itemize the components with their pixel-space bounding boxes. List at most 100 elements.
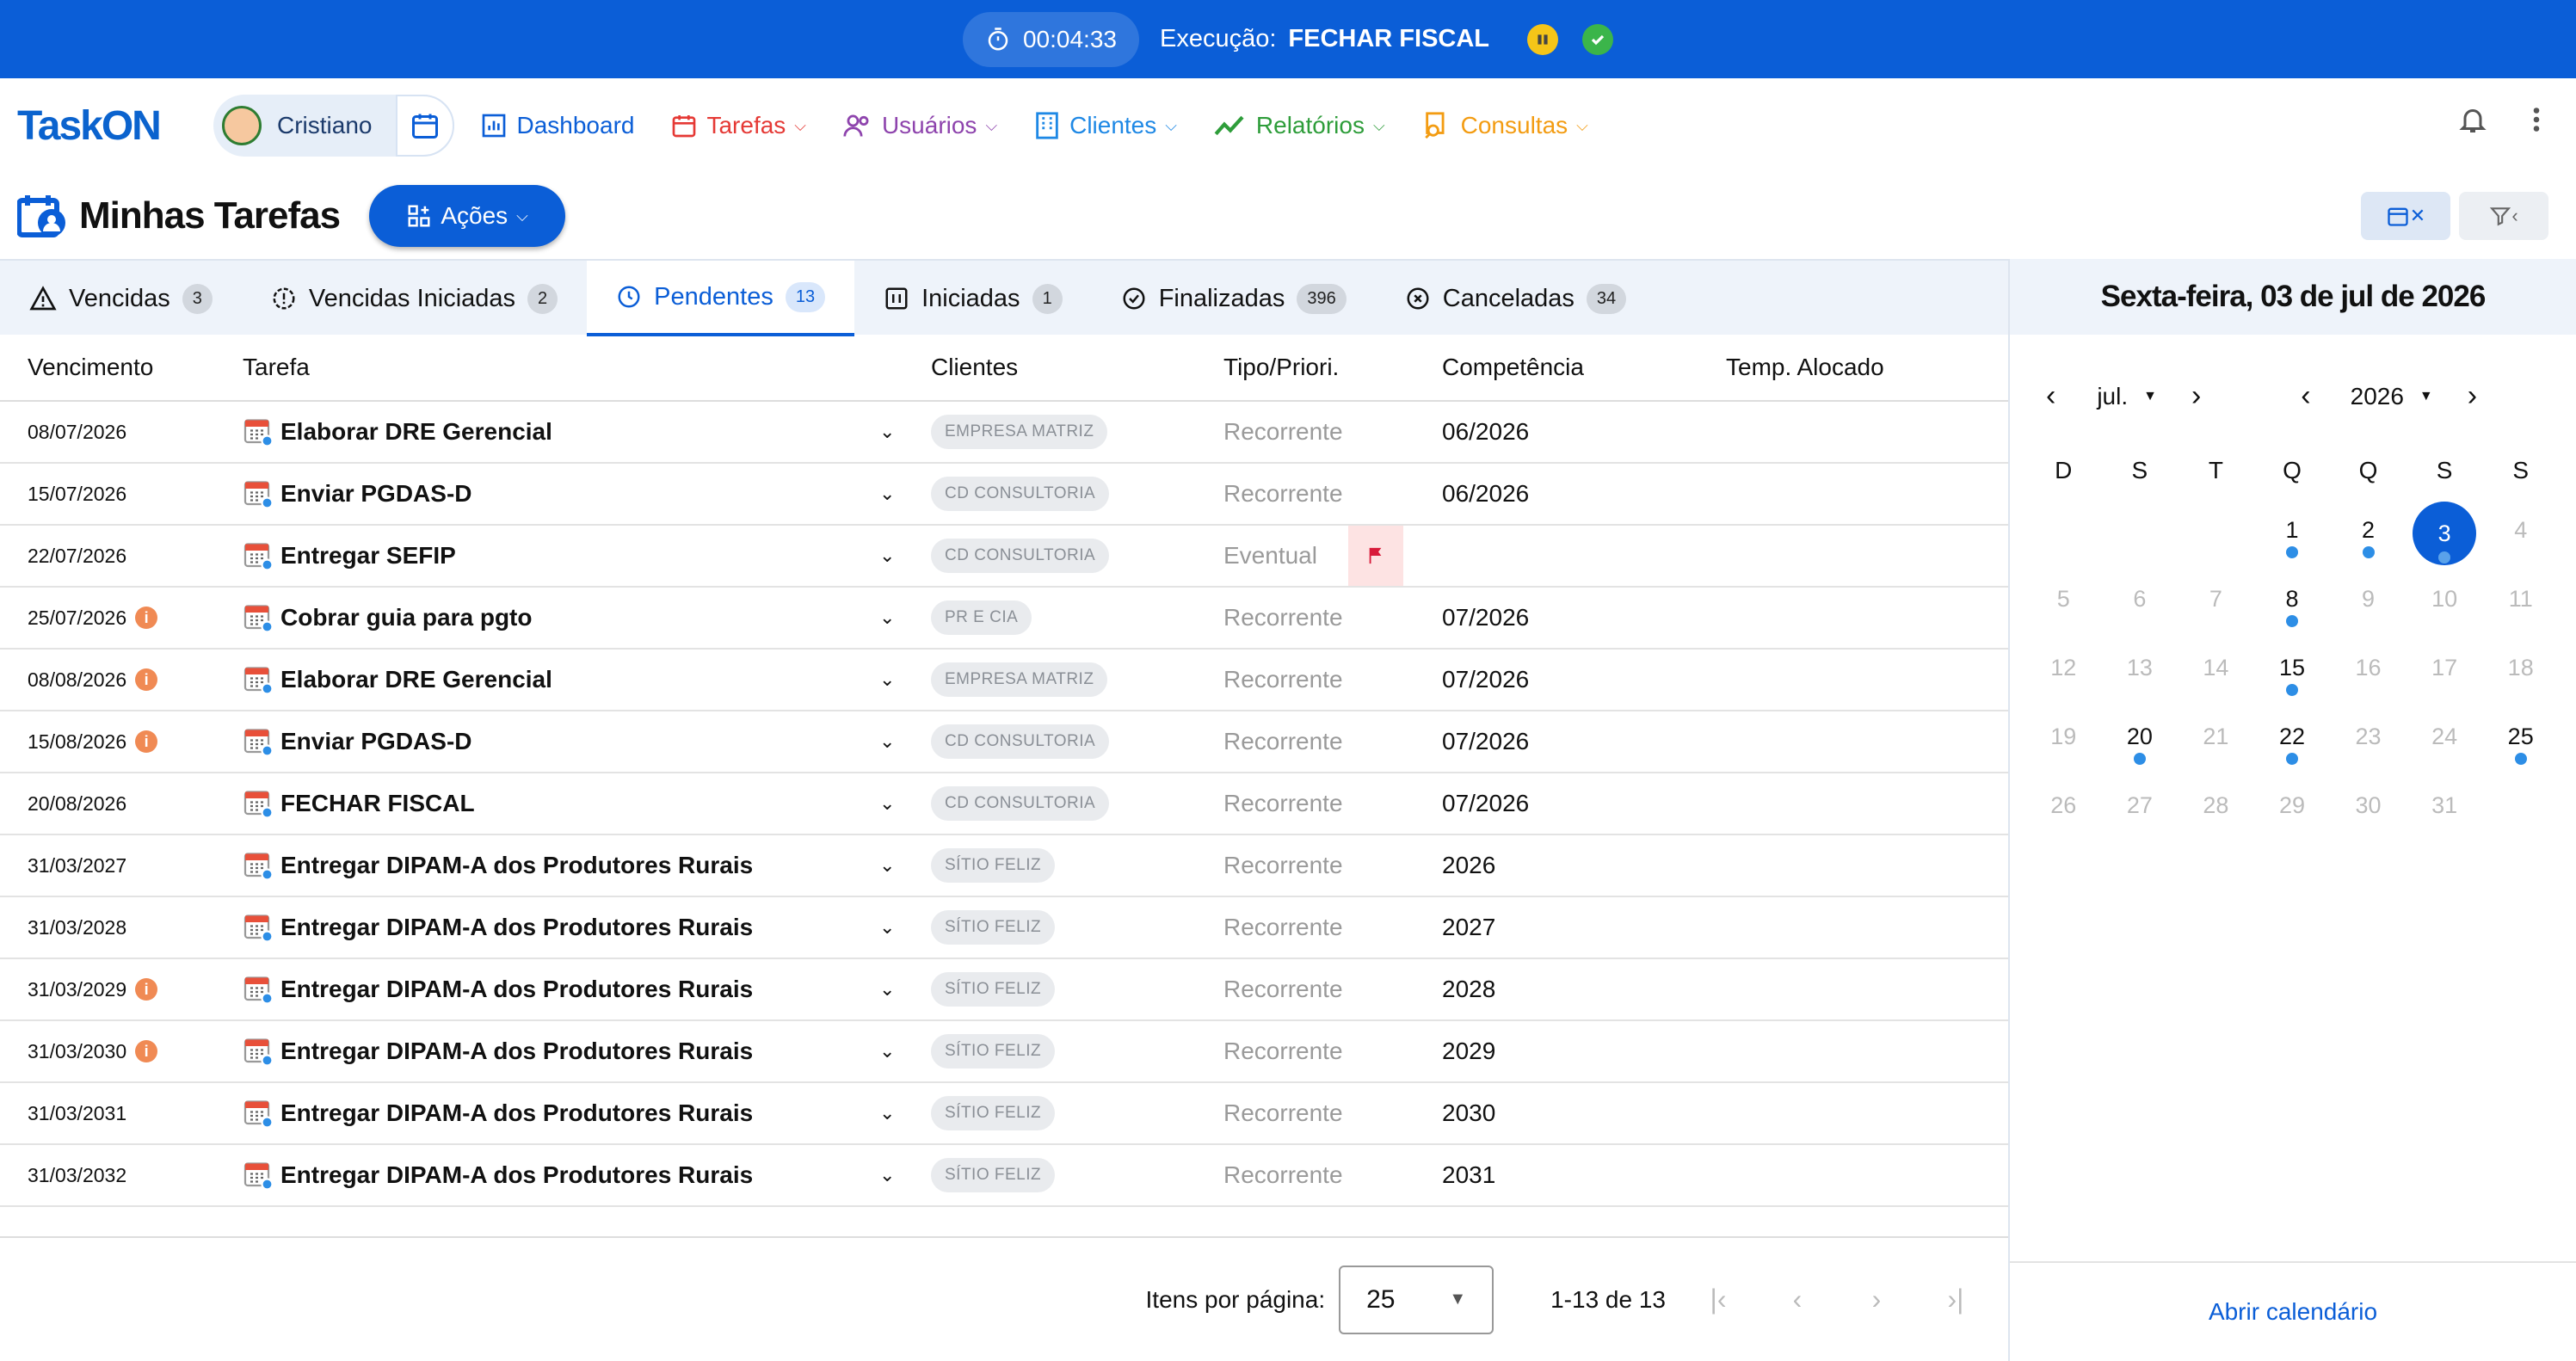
nav-item-dashboard[interactable]: Dashboard: [480, 111, 634, 140]
expand-chevron-icon[interactable]: ⌄: [879, 545, 931, 567]
header-clients[interactable]: Clientes: [931, 354, 1223, 381]
client-chip[interactable]: CD CONSULTORIA: [931, 724, 1110, 759]
calendar-day[interactable]: 6: [2102, 570, 2179, 639]
filter-toggle-button[interactable]: ‹: [2459, 192, 2548, 240]
user-calendar-button[interactable]: [396, 95, 455, 157]
previous-page-icon[interactable]: ‹: [1771, 1284, 1824, 1315]
task-name[interactable]: Entregar DIPAM-A dos Produtores Rurais: [280, 914, 872, 941]
info-icon[interactable]: i: [135, 730, 158, 753]
calendar-day[interactable]: 4: [2482, 502, 2559, 570]
open-calendar-link[interactable]: Abrir calendário: [2010, 1261, 2576, 1361]
info-icon[interactable]: i: [135, 978, 158, 1001]
calendar-day[interactable]: 13: [2102, 639, 2179, 708]
first-page-icon[interactable]: |‹: [1692, 1284, 1745, 1315]
table-row[interactable]: 15/08/2026 i Enviar PGDAS-D ⌄ CD CONSULT…: [0, 711, 2008, 773]
tab-finalizadas[interactable]: Finalizadas 396: [1092, 261, 1376, 336]
table-row[interactable]: 31/03/2028 Entregar DIPAM-A dos Produtor…: [0, 897, 2008, 959]
calendar-day[interactable]: 23: [2330, 708, 2407, 777]
calendar-day[interactable]: 5: [2025, 570, 2102, 639]
table-row[interactable]: 15/07/2026 Enviar PGDAS-D ⌄ CD CONSULTOR…: [0, 464, 2008, 526]
calendar-day[interactable]: 24: [2407, 708, 2483, 777]
table-row[interactable]: 08/08/2026 i Elaborar DRE Gerencial ⌄ EM…: [0, 650, 2008, 711]
expand-chevron-icon[interactable]: ⌄: [879, 730, 931, 753]
expand-chevron-icon[interactable]: ⌄: [879, 978, 931, 1001]
prev-month-icon[interactable]: ‹: [2046, 379, 2055, 413]
calendar-day[interactable]: 31: [2407, 777, 2483, 846]
expand-chevron-icon[interactable]: ⌄: [879, 1102, 931, 1124]
more-vertical-icon[interactable]: [2531, 104, 2542, 135]
calendar-day[interactable]: 18: [2482, 639, 2559, 708]
calendar-toggle-button[interactable]: ✕: [2361, 192, 2450, 240]
nav-item-consultas[interactable]: Consultas ⌵: [1421, 111, 1588, 140]
table-row[interactable]: 08/07/2026 Elaborar DRE Gerencial ⌄ EMPR…: [0, 402, 2008, 464]
expand-chevron-icon[interactable]: ⌄: [879, 1164, 931, 1186]
tab-iniciadas[interactable]: Iniciadas 1: [854, 261, 1092, 336]
table-row[interactable]: 22/07/2026 Entregar SEFIP ⌄ CD CONSULTOR…: [0, 526, 2008, 588]
next-month-icon[interactable]: ›: [2191, 379, 2201, 413]
month-select[interactable]: jul. ▼: [2097, 383, 2157, 410]
calendar-day[interactable]: 27: [2102, 777, 2179, 846]
client-chip[interactable]: SÍTIO FELIZ: [931, 972, 1056, 1007]
calendar-day[interactable]: 21: [2178, 708, 2254, 777]
next-page-icon[interactable]: ›: [1850, 1284, 1903, 1315]
bell-icon[interactable]: [2457, 104, 2488, 135]
expand-chevron-icon[interactable]: ⌄: [879, 854, 931, 877]
calendar-day[interactable]: 29: [2254, 777, 2331, 846]
client-chip[interactable]: CD CONSULTORIA: [931, 477, 1110, 511]
calendar-day[interactable]: 8: [2254, 570, 2331, 639]
expand-chevron-icon[interactable]: ⌄: [879, 792, 931, 815]
table-row[interactable]: 31/03/2031 Entregar DIPAM-A dos Produtor…: [0, 1083, 2008, 1145]
task-name[interactable]: Entregar SEFIP: [280, 542, 872, 570]
client-chip[interactable]: CD CONSULTORIA: [931, 786, 1110, 821]
actions-button[interactable]: Ações ⌵: [369, 185, 566, 247]
task-name[interactable]: Cobrar guia para pgto: [280, 604, 872, 631]
calendar-day[interactable]: 26: [2025, 777, 2102, 846]
calendar-day[interactable]: 20: [2102, 708, 2179, 777]
client-chip[interactable]: SÍTIO FELIZ: [931, 848, 1056, 883]
calendar-day[interactable]: 10: [2407, 570, 2483, 639]
table-row[interactable]: 31/03/2027 Entregar DIPAM-A dos Produtor…: [0, 835, 2008, 897]
nav-item-clientes[interactable]: Clientes ⌵: [1033, 111, 1177, 140]
calendar-day[interactable]: 2: [2330, 502, 2407, 570]
task-name[interactable]: FECHAR FISCAL: [280, 790, 872, 817]
calendar-day[interactable]: 17: [2407, 639, 2483, 708]
expand-chevron-icon[interactable]: ⌄: [879, 483, 931, 505]
tab-vencidas-iniciadas[interactable]: Vencidas Iniciadas 2: [242, 261, 587, 336]
header-task[interactable]: Tarefa: [243, 354, 931, 381]
calendar-day[interactable]: 9: [2330, 570, 2407, 639]
calendar-day[interactable]: 28: [2178, 777, 2254, 846]
nav-item-usuários[interactable]: Usuários ⌵: [842, 111, 997, 140]
table-row[interactable]: 31/03/2032 Entregar DIPAM-A dos Produtor…: [0, 1145, 2008, 1207]
expand-chevron-icon[interactable]: ⌄: [879, 421, 931, 443]
pause-button[interactable]: [1527, 23, 1559, 55]
prev-year-icon[interactable]: ‹: [2301, 379, 2310, 413]
tab-pendentes[interactable]: Pendentes 13: [587, 261, 855, 336]
task-name[interactable]: Entregar DIPAM-A dos Produtores Rurais: [280, 1099, 872, 1127]
tab-vencidas[interactable]: Vencidas 3: [0, 261, 242, 336]
expand-chevron-icon[interactable]: ⌄: [879, 668, 931, 691]
calendar-day[interactable]: 22: [2254, 708, 2331, 777]
expand-chevron-icon[interactable]: ⌄: [879, 916, 931, 939]
last-page-icon[interactable]: ›|: [1929, 1284, 1982, 1315]
tab-canceladas[interactable]: Canceladas 34: [1376, 261, 1655, 336]
calendar-day[interactable]: 3: [2407, 502, 2483, 570]
calendar-day[interactable]: 11: [2482, 570, 2559, 639]
client-chip[interactable]: EMPRESA MATRIZ: [931, 415, 1108, 449]
table-row[interactable]: 31/03/2029 i Entregar DIPAM-A dos Produt…: [0, 959, 2008, 1021]
per-page-select[interactable]: 25 ▼: [1339, 1265, 1494, 1334]
info-icon[interactable]: i: [135, 668, 158, 691]
header-competence[interactable]: Competência: [1442, 354, 1726, 381]
calendar-day[interactable]: 30: [2330, 777, 2407, 846]
calendar-day[interactable]: 1: [2254, 502, 2331, 570]
client-chip[interactable]: SÍTIO FELIZ: [931, 1158, 1056, 1192]
calendar-day[interactable]: 12: [2025, 639, 2102, 708]
expand-chevron-icon[interactable]: ⌄: [879, 607, 931, 629]
task-name[interactable]: Entregar DIPAM-A dos Produtores Rurais: [280, 976, 872, 1003]
client-chip[interactable]: SÍTIO FELIZ: [931, 910, 1056, 945]
calendar-day[interactable]: 14: [2178, 639, 2254, 708]
nav-item-tarefas[interactable]: Tarefas ⌵: [670, 111, 806, 140]
calendar-day[interactable]: 15: [2254, 639, 2331, 708]
calendar-day[interactable]: 19: [2025, 708, 2102, 777]
calendar-day[interactable]: 16: [2330, 639, 2407, 708]
nav-item-relatórios[interactable]: Relatórios ⌵: [1213, 111, 1385, 140]
